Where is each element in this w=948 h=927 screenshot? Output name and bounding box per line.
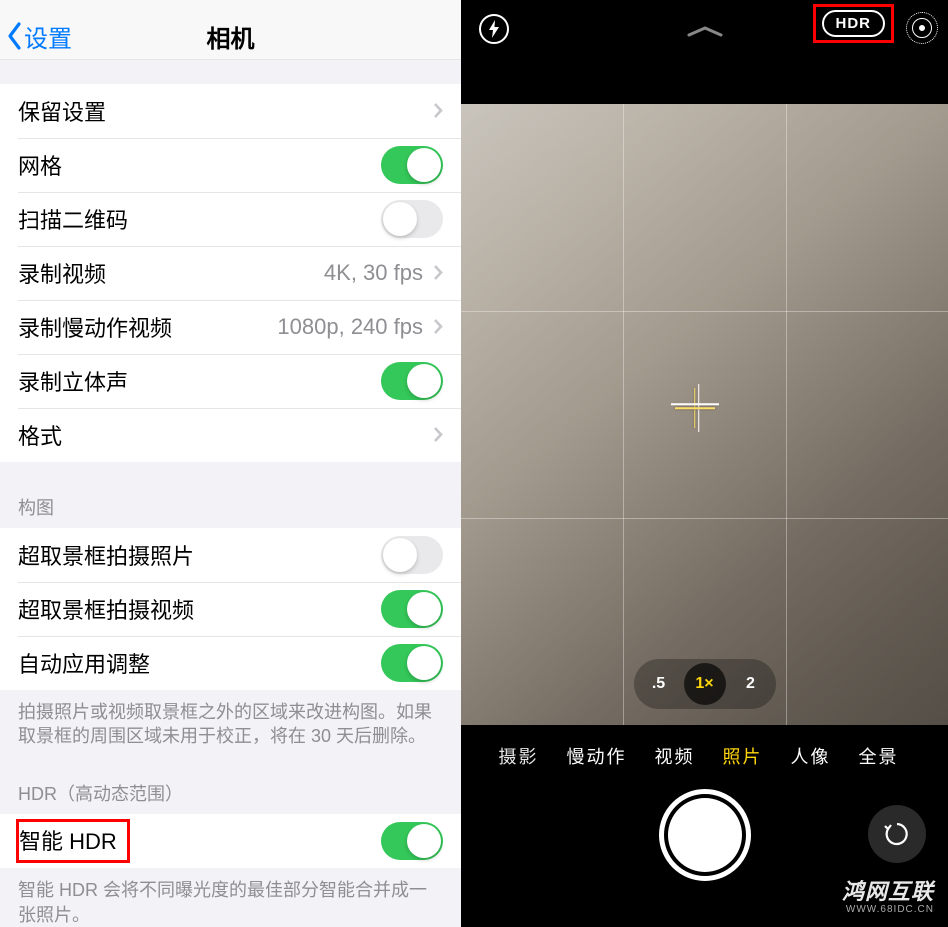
grid-line xyxy=(461,518,948,519)
chevron-up-icon xyxy=(685,24,725,38)
label: 保留设置 xyxy=(18,95,433,127)
row-scan-qr: 扫描二维码 xyxy=(0,192,461,246)
mode-portrait[interactable]: 人像 xyxy=(791,743,831,769)
auto-adjust-switch[interactable] xyxy=(381,644,443,682)
live-photo-button[interactable] xyxy=(906,12,938,44)
camera-app: HDR .5 1× 2 摄影 慢动作 视频 照片 人像 xyxy=(461,0,948,927)
detail: 1080p, 240 fps xyxy=(277,314,423,340)
zoom-wide-button[interactable]: .5 xyxy=(638,663,680,705)
overscan-video-switch[interactable] xyxy=(381,590,443,628)
detail: 4K, 30 fps xyxy=(324,260,423,286)
label: 超取景框拍摄照片 xyxy=(18,539,381,571)
hdr-button[interactable]: HDR xyxy=(822,10,886,37)
viewfinder[interactable]: .5 1× 2 xyxy=(461,104,948,725)
mode-item[interactable]: 摄影 xyxy=(499,743,539,769)
grid-line xyxy=(623,104,624,725)
chevron-right-icon xyxy=(433,426,443,443)
qr-switch[interactable] xyxy=(381,200,443,238)
label: 超取景框拍摄视频 xyxy=(18,593,381,625)
mode-video[interactable]: 视频 xyxy=(655,743,695,769)
section-footer-hdr: 智能 HDR 会将不同曝光度的最佳部分智能合并成一张照片。 xyxy=(0,868,461,927)
camera-bottom-bar: 摄影 慢动作 视频 照片 人像 全景 鸿网互联 WWW. xyxy=(461,725,948,927)
row-preserve-settings[interactable]: 保留设置 xyxy=(0,84,461,138)
label-smart-hdr: 智能 HDR xyxy=(18,819,381,863)
zoom-1x-button[interactable]: 1× xyxy=(684,663,726,705)
mode-selector[interactable]: 摄影 慢动作 视频 照片 人像 全景 xyxy=(461,725,948,769)
section-header-hdr: HDR（高动态范围） xyxy=(0,748,461,814)
row-stereo: 录制立体声 xyxy=(0,354,461,408)
row-overscan-photo: 超取景框拍摄照片 xyxy=(0,528,461,582)
chevron-right-icon xyxy=(433,264,443,281)
smart-hdr-switch[interactable] xyxy=(381,822,443,860)
row-record-slomo[interactable]: 录制慢动作视频 1080p, 240 fps xyxy=(0,300,461,354)
row-record-video[interactable]: 录制视频 4K, 30 fps xyxy=(0,246,461,300)
flip-camera-button[interactable] xyxy=(868,805,926,863)
shutter-button[interactable] xyxy=(659,789,751,881)
flip-camera-icon xyxy=(882,819,912,849)
stereo-switch[interactable] xyxy=(381,362,443,400)
label: 录制立体声 xyxy=(18,365,381,397)
section-header-composition: 构图 xyxy=(0,462,461,528)
watermark-text: 鸿网互联 xyxy=(842,874,934,906)
label: 网格 xyxy=(18,149,381,181)
section-footer-composition: 拍摄照片或视频取景框之外的区域来改进构图。如果取景框的周围区域未用于校正，将在 … xyxy=(0,690,461,749)
focus-indicator xyxy=(675,388,715,428)
highlight-box-hdr: HDR xyxy=(813,4,895,43)
mode-slomo[interactable]: 慢动作 xyxy=(567,743,627,769)
expand-controls-button[interactable] xyxy=(685,24,725,43)
zoom-tele-button[interactable]: 2 xyxy=(730,663,772,705)
row-formats[interactable]: 格式 xyxy=(0,408,461,462)
camera-top-bar: HDR xyxy=(461,0,948,104)
row-grid: 网格 xyxy=(0,138,461,192)
row-smart-hdr: 智能 HDR xyxy=(0,814,461,868)
label: 录制慢动作视频 xyxy=(18,311,277,343)
chevron-right-icon xyxy=(433,102,443,119)
grid-switch[interactable] xyxy=(381,146,443,184)
chevron-right-icon xyxy=(433,318,443,335)
row-overscan-video: 超取景框拍摄视频 xyxy=(0,582,461,636)
highlight-box: 智能 HDR xyxy=(16,819,130,863)
grid-line xyxy=(461,311,948,312)
back-label: 设置 xyxy=(24,19,72,54)
settings-panel: 设置 相机 保留设置 网格 扫描二维码 录制视频 4K, 30 fps xyxy=(0,0,461,927)
grid-line xyxy=(786,104,787,725)
label: 自动应用调整 xyxy=(18,647,381,679)
group-hdr: 智能 HDR xyxy=(0,814,461,868)
group-composition: 超取景框拍摄照片 超取景框拍摄视频 自动应用调整 xyxy=(0,528,461,690)
flash-button[interactable] xyxy=(479,14,509,44)
row-auto-adjust: 自动应用调整 xyxy=(0,636,461,690)
zoom-selector: .5 1× 2 xyxy=(634,659,776,709)
mode-pano[interactable]: 全景 xyxy=(859,743,899,769)
group-main: 保留设置 网格 扫描二维码 录制视频 4K, 30 fps 录制慢动作视频 10… xyxy=(0,84,461,462)
mode-photo[interactable]: 照片 xyxy=(723,743,763,769)
label: 录制视频 xyxy=(18,257,324,289)
back-button[interactable]: 设置 xyxy=(0,19,72,54)
overscan-photo-switch[interactable] xyxy=(381,536,443,574)
label: 扫描二维码 xyxy=(18,203,381,235)
watermark-url: WWW.68IDC.CN xyxy=(842,904,934,915)
label: 格式 xyxy=(18,419,433,451)
nav-bar: 设置 相机 xyxy=(0,0,461,60)
watermark: 鸿网互联 WWW.68IDC.CN xyxy=(842,874,934,915)
flash-icon xyxy=(488,20,500,38)
